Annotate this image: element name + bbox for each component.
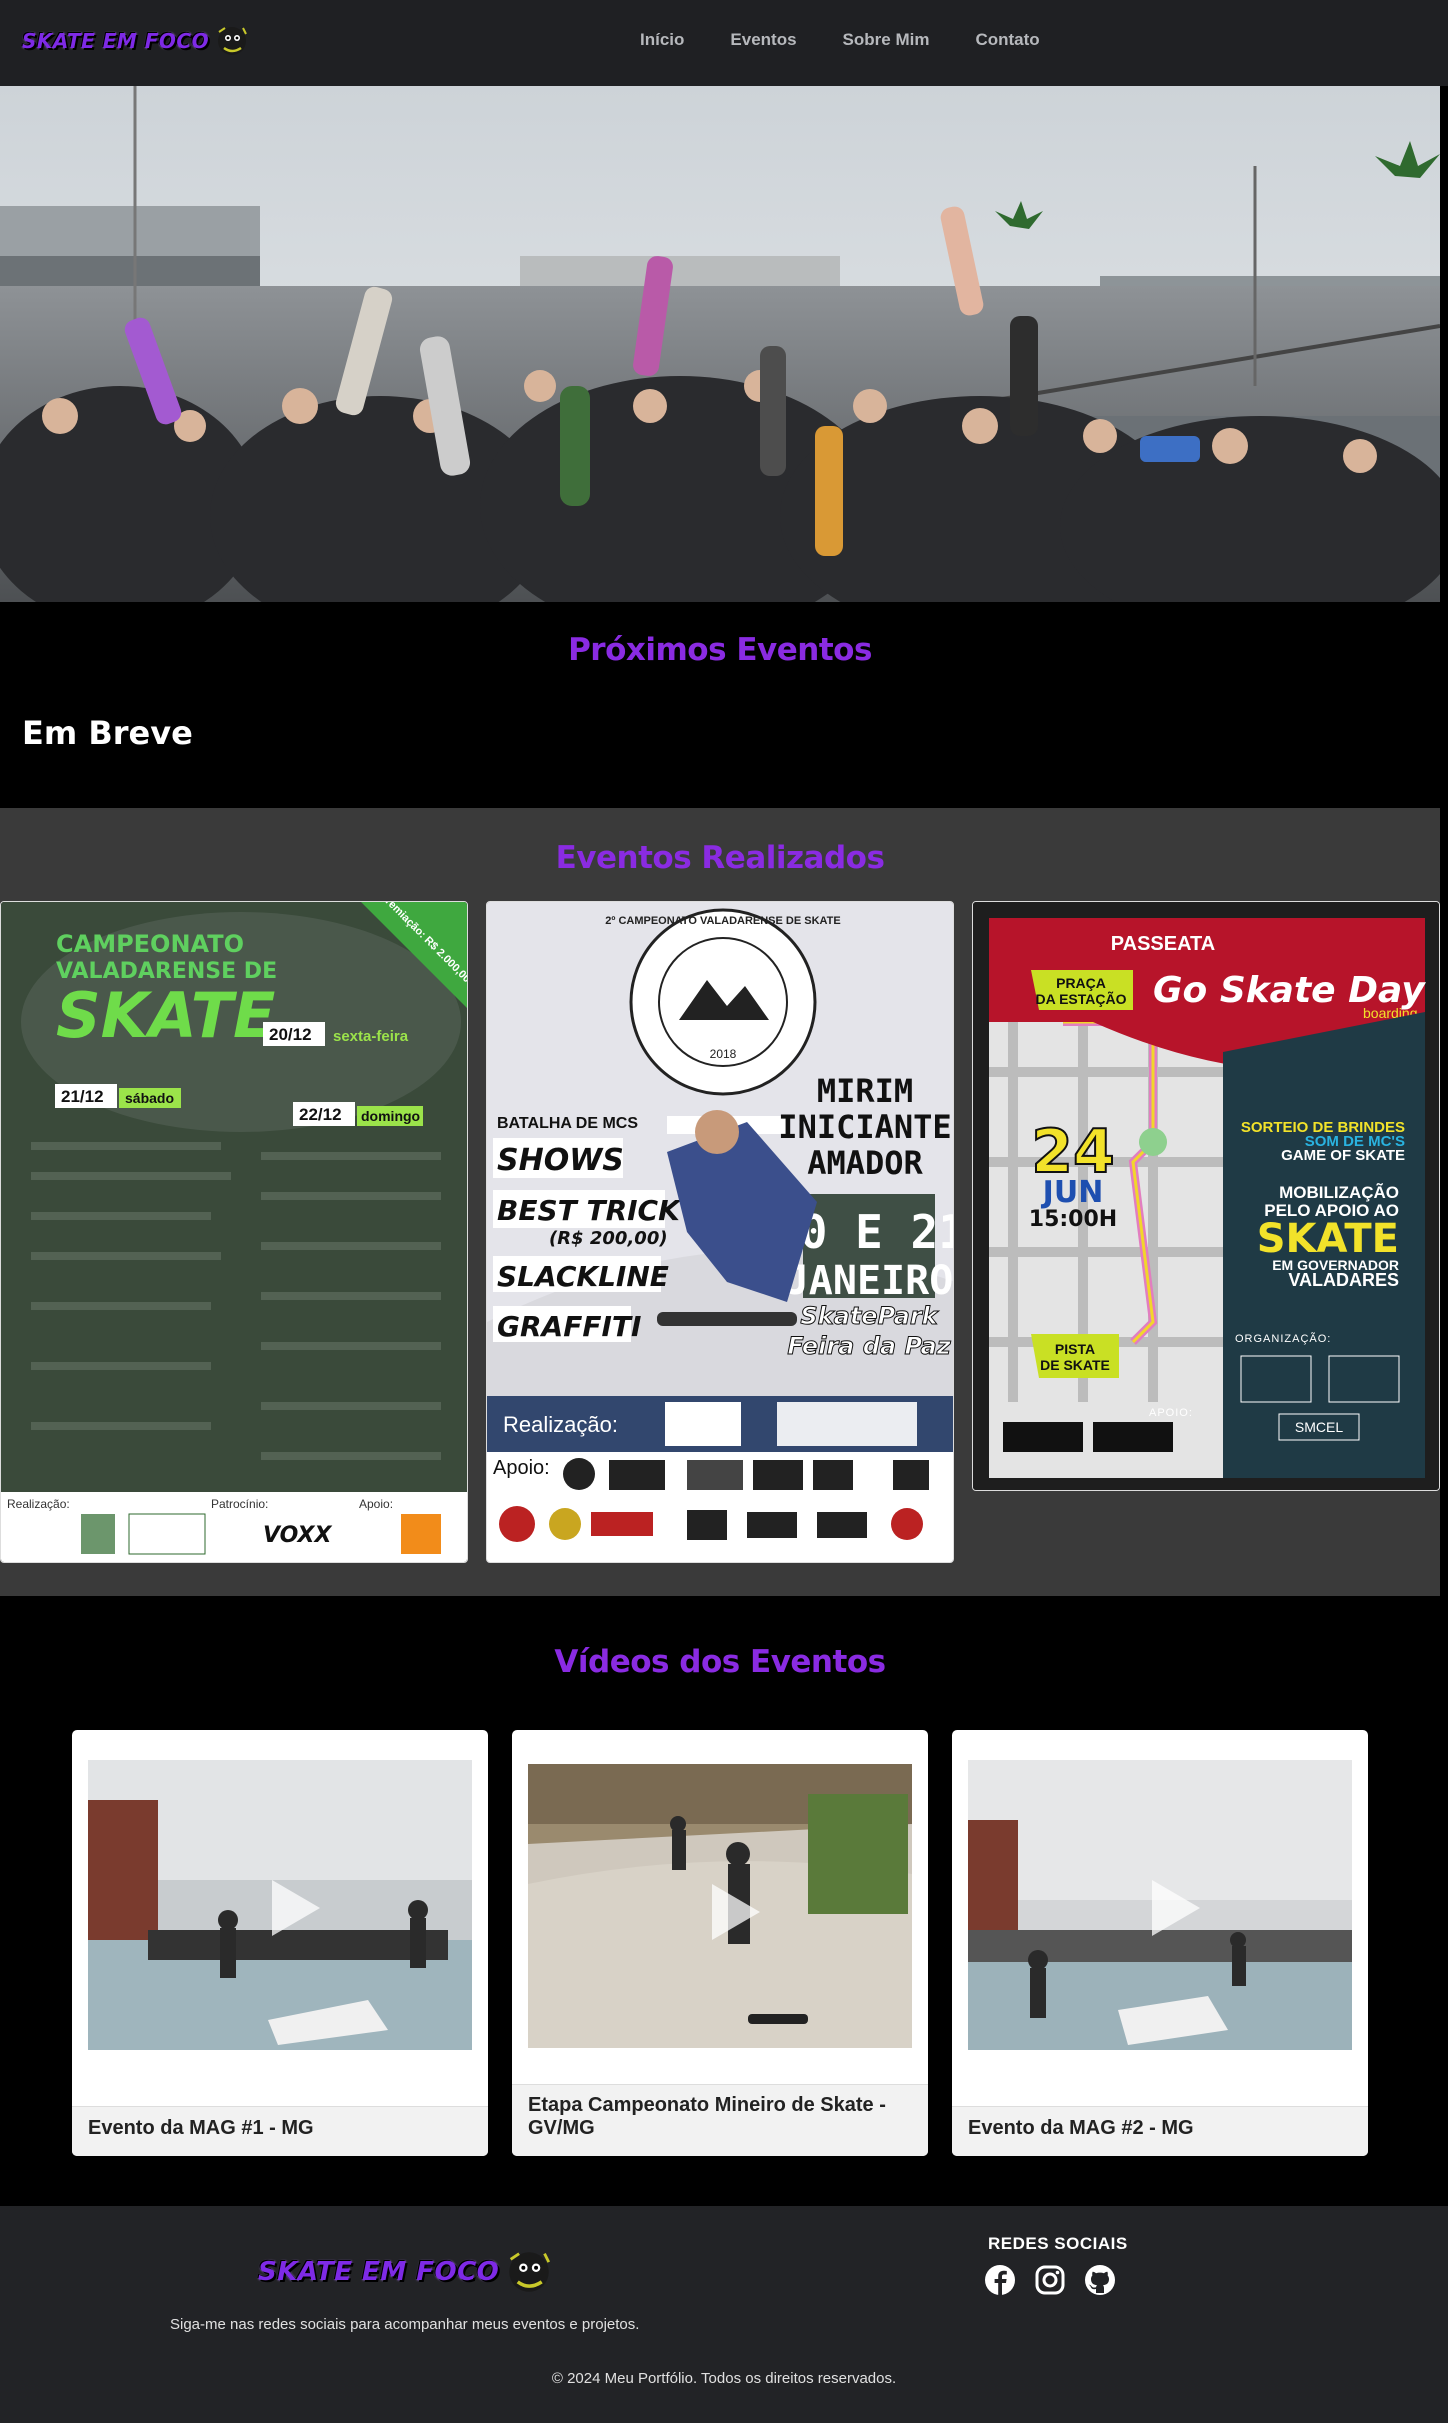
video-caption: Etapa Campeonato Mineiro de Skate - GV/M… xyxy=(528,2094,886,2139)
footer: SKATE EM FOCO Siga-me nas redes sociais … xyxy=(0,2206,1448,2423)
nav-link-inicio[interactable]: Início xyxy=(640,30,684,50)
hero-image xyxy=(0,86,1440,602)
poster3-month: JUN xyxy=(1041,1175,1104,1210)
poster1-sponsor: VOXX xyxy=(263,1523,333,1548)
poster3-track-2: DE SKATE xyxy=(1040,1357,1110,1373)
poster3-time: 15:00H xyxy=(1029,1207,1117,1232)
navbar: SKATE EM FOCO Início Eventos Sobre Mim C… xyxy=(0,0,1448,86)
poster3-smcel: SMCEL xyxy=(1295,1419,1343,1435)
poster2-place-2: Feira da Paz xyxy=(787,1332,951,1360)
poster2-mcs: BATALHA DE MCS xyxy=(497,1115,638,1132)
video-caption-bar: Evento da MAG #1 - MG xyxy=(72,2106,488,2156)
social-title: REDES SOCIAIS xyxy=(988,2234,1128,2253)
videos-section: Vídeos dos Eventos Evento da MAG #1 - MG xyxy=(0,1596,1440,2206)
video-caption: Evento da MAG #2 - MG xyxy=(968,2117,1194,2139)
poster2-badge: 2º CAMPEONATO VALADARENSE DE SKATE xyxy=(605,915,840,927)
instagram-icon[interactable] xyxy=(1034,2264,1066,2296)
poster1-heading-1: CAMPEONATO xyxy=(56,930,244,958)
video-thumbnail[interactable] xyxy=(88,1760,472,2050)
video-card[interactable]: Etapa Campeonato Mineiro de Skate - GV/M… xyxy=(512,1730,928,2156)
past-events-section: Eventos Realizados CAMPEONATO VALADARENS… xyxy=(0,808,1440,1596)
footer-logo[interactable]: SKATE EM FOCO xyxy=(258,2248,553,2296)
nav-link-contato[interactable]: Contato xyxy=(975,30,1039,50)
poster2-realizacao: Realização: xyxy=(503,1412,618,1437)
nav-link-sobre-mim[interactable]: Sobre Mim xyxy=(843,30,930,50)
poster1-patrocinio: Patrocínio: xyxy=(211,1497,268,1511)
poster1-date-3: 22/12 xyxy=(299,1105,342,1124)
past-events-title: Eventos Realizados xyxy=(555,840,885,876)
poster3-big: SKATE xyxy=(1257,1216,1399,1262)
play-icon[interactable] xyxy=(1136,1872,1208,1944)
poster2-item-shows: SHOWS xyxy=(497,1143,624,1178)
poster3-org: ORGANIZAÇÃO: xyxy=(1235,1332,1331,1345)
poster3-track-1: PISTA xyxy=(1055,1341,1095,1357)
videos-title: Vídeos dos Eventos xyxy=(554,1644,886,1680)
poster3-station-2: DA ESTAÇÃO xyxy=(1036,990,1127,1007)
video-caption-bar: Evento da MAG #2 - MG xyxy=(952,2106,1368,2156)
poster3-list-3: GAME OF SKATE xyxy=(1281,1147,1405,1164)
video-thumbnail[interactable] xyxy=(968,1760,1352,2050)
github-icon[interactable] xyxy=(1084,2264,1116,2296)
upcoming-events-section: Próximos Eventos Em Breve xyxy=(0,602,1440,808)
poster2-item-best-trick: BEST TRICK xyxy=(497,1194,682,1227)
video-caption-bar: Etapa Campeonato Mineiro de Skate - GV/M… xyxy=(512,2084,928,2156)
nav-links: Início Eventos Sobre Mim Contato xyxy=(640,30,1040,50)
poster3-station-1: PRAÇA xyxy=(1056,975,1106,991)
poster1-date-1: 20/12 xyxy=(269,1025,312,1044)
footer-tagline: Siga-me nas redes sociais para acompanha… xyxy=(170,2316,640,2333)
poster2-item-slackline: SLACKLINE xyxy=(497,1260,669,1293)
poster1-realizacao: Realização: xyxy=(7,1497,70,1511)
brand-logo[interactable]: SKATE EM FOCO xyxy=(22,24,249,58)
poster1-apoio: Apoio: xyxy=(359,1497,393,1511)
mascot-icon xyxy=(509,2252,551,2292)
poster3-mob-1: MOBILIZAÇÃO xyxy=(1279,1182,1399,1202)
video-card[interactable]: Evento da MAG #1 - MG xyxy=(72,1730,488,2156)
play-icon[interactable] xyxy=(696,1876,768,1948)
poster2-item-prize: (R$ 200,00) xyxy=(549,1228,668,1249)
event-poster-campeonato-valadarense[interactable]: CAMPEONATO VALADARENSE DE SKATE Premiaçã… xyxy=(0,901,468,1563)
poster3-loc-2: VALADARES xyxy=(1288,1270,1399,1290)
poster2-cat-amador: AMADOR xyxy=(807,1144,923,1182)
poster2-place-1: SkatePark xyxy=(800,1302,939,1330)
poster1-weekday-3: domingo xyxy=(361,1108,420,1124)
facebook-icon[interactable] xyxy=(984,2264,1016,2296)
mascot-icon xyxy=(218,27,248,55)
video-card[interactable]: Evento da MAG #2 - MG xyxy=(952,1730,1368,2156)
event-poster-2-campeonato[interactable]: 2018 2º CAMPEONATO VALADARENSE DE SKATE … xyxy=(486,901,954,1563)
poster2-cat-iniciante: INICIANTE xyxy=(778,1108,951,1146)
video-thumbnail[interactable] xyxy=(528,1764,912,2048)
social-links xyxy=(984,2264,1116,2296)
copyright-text: © 2024 Meu Portfólio. Todos os direitos … xyxy=(551,2370,897,2387)
coming-soon-text: Em Breve xyxy=(22,714,193,752)
poster2-month: JANEIRO xyxy=(785,1258,954,1304)
logo-text: SKATE EM FOCO xyxy=(22,29,210,53)
poster2-year: 2018 xyxy=(710,1047,737,1061)
poster2-item-graffiti: GRAFFITI xyxy=(497,1310,641,1343)
poster2-apoio: Apoio: xyxy=(493,1457,550,1479)
event-poster-go-skate-day[interactable]: PASSEATA Go Skate Day boarding GV PRAÇA … xyxy=(972,901,1440,1491)
footer-logo-text: SKATE EM FOCO xyxy=(258,2257,500,2287)
poster3-apoio: APOIO: xyxy=(1149,1407,1193,1419)
video-caption: Evento da MAG #1 - MG xyxy=(88,2117,314,2139)
poster3-banner: PASSEATA xyxy=(1111,933,1215,955)
poster1-heading-3: SKATE xyxy=(56,979,275,1052)
nav-link-eventos[interactable]: Eventos xyxy=(730,30,796,50)
poster1-weekday-1: sexta-feira xyxy=(333,1028,409,1045)
poster1-date-2: 21/12 xyxy=(61,1087,104,1106)
poster2-cat-mirim: MIRIM xyxy=(817,1072,913,1110)
upcoming-events-title: Próximos Eventos xyxy=(568,632,872,668)
poster1-weekday-2: sábado xyxy=(125,1090,174,1106)
play-icon[interactable] xyxy=(256,1872,328,1944)
